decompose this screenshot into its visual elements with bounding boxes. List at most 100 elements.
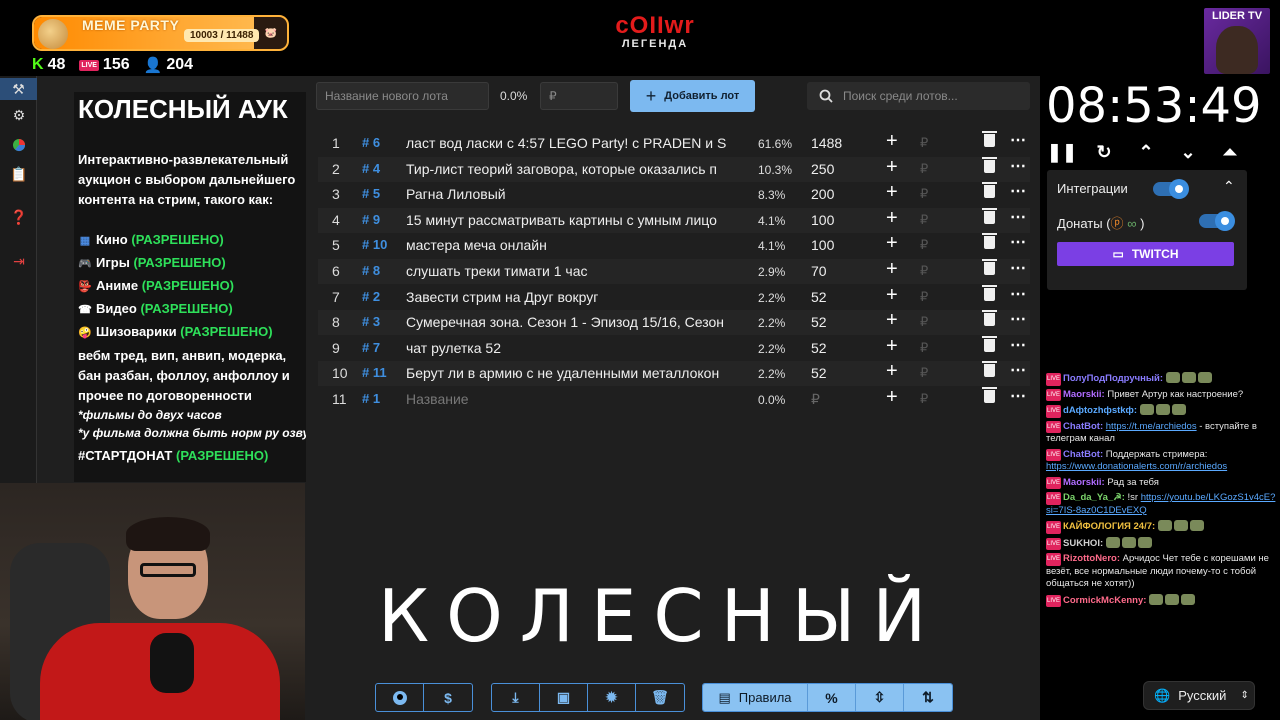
delete-lot-button[interactable] [982,387,997,406]
add-amount-button[interactable]: + [886,386,898,409]
timer-display: 08:53:49 [1046,78,1262,134]
twitch-button[interactable]: ▭ TWITCH [1057,242,1234,266]
lot-title-input[interactable]: Берут ли в армию с не удаленными металло… [406,365,738,381]
gear-icon[interactable]: ⚙ [10,106,28,124]
more-options-button[interactable]: ⋯ [1010,309,1027,329]
more-options-button[interactable]: ⋯ [1010,258,1027,278]
delete-lot-button[interactable] [982,131,997,150]
more-options-button[interactable]: ⋯ [1010,207,1027,227]
add-amount-button[interactable]: + [886,309,898,332]
lot-title-input[interactable]: Тир-лист теорий заговора, которые оказал… [406,161,738,177]
lot-title-input[interactable]: Название [406,391,738,407]
chat-message: LIVE КАЙФОЛОГИЯ 24/7: [1046,520,1276,534]
donate-button[interactable]: $ [424,684,472,711]
add-amount-button[interactable]: + [886,258,898,281]
pause-button[interactable]: ❚❚ [1047,141,1077,163]
lot-amount-input[interactable]: 52 [811,314,827,330]
more-options-button[interactable]: ⋯ [1010,156,1027,176]
delete-lot-button[interactable] [982,335,997,355]
lot-amount-input[interactable]: 100 [811,237,834,253]
lot-amount-input[interactable]: 100 [811,212,834,228]
rub-input[interactable]: ₽ [920,237,928,253]
lot-amount-input[interactable]: 250 [811,161,834,177]
compact-button[interactable]: ⇳ [856,684,904,711]
delete-lot-button[interactable] [982,182,997,201]
collapse-chevron-icon[interactable]: ⌃ [1223,178,1235,195]
delete-lot-button[interactable] [982,156,997,176]
delete-lot-button[interactable] [982,207,997,227]
rules-button[interactable]: ▤ Правила [703,684,808,711]
rub-input[interactable]: ₽ [920,289,928,305]
lot-title-input[interactable]: чат рулетка 52 [406,340,738,356]
integrations-toggle[interactable] [1153,179,1189,199]
github-button[interactable] [376,684,424,711]
lot-title-input[interactable]: Завести стрим на Друг вокруг [406,289,738,305]
delete-lot-button[interactable] [982,233,997,252]
delete-lot-button[interactable] [982,310,997,329]
more-options-button[interactable]: ⋯ [1010,232,1027,252]
rub-input[interactable]: ₽ [920,186,928,202]
lot-amount-input[interactable]: 52 [811,365,827,381]
percent-button[interactable]: % [808,684,856,711]
clear-button[interactable]: 🗑 [636,684,684,711]
help-icon[interactable]: ❓ [10,208,28,226]
add-amount-button[interactable]: + [886,360,898,383]
lot-title-input[interactable]: ласт вод ласки с 4:57 LEGO Party! с PRAD… [406,135,738,151]
more-options-button[interactable]: ⋯ [1010,130,1027,150]
lot-amount-input[interactable]: ₽ [811,391,820,408]
add-lot-button[interactable]: + Добавить лот [630,80,755,112]
rub-input[interactable]: ₽ [920,212,928,228]
new-lot-amount-input[interactable]: ₽ [540,82,618,110]
lot-title-input[interactable]: мастера меча онлайн [406,237,738,253]
more-options-button[interactable]: ⋯ [1010,386,1027,406]
time-down-button[interactable]: ⌄ [1176,141,1200,163]
add-amount-button[interactable]: + [886,181,898,204]
save-button[interactable]: ▣ [540,684,588,711]
lot-title-input[interactable]: 15 минут рассматривать картины с умным л… [406,212,738,228]
lot-amount-input[interactable]: 52 [811,289,827,305]
language-select[interactable]: 🌐 Русский ⇕ [1143,681,1255,710]
more-options-button[interactable]: ⋯ [1010,360,1027,380]
add-amount-button[interactable]: + [886,130,898,153]
clipboard-icon[interactable]: 📋 [10,165,28,183]
download-button[interactable]: ⤓ [492,684,540,711]
lot-title-input[interactable]: Рагна Лиловый [406,186,738,202]
lot-amount-input[interactable]: 52 [811,340,827,356]
rub-input[interactable]: ₽ [920,314,928,330]
add-amount-button[interactable]: + [886,335,898,358]
more-options-button[interactable]: ⋯ [1010,181,1027,201]
hammer-icon[interactable]: ⚒ [0,78,37,100]
delete-lot-button[interactable] [982,259,997,278]
donations-toggle[interactable] [1199,211,1235,231]
add-amount-button[interactable]: + [886,232,898,255]
rub-input[interactable]: ₽ [920,365,928,381]
delete-lot-button[interactable] [982,361,997,380]
rub-input[interactable]: ₽ [920,391,928,407]
time-max-button[interactable]: ⏶ [1218,141,1242,163]
lot-amount-input[interactable]: 200 [811,186,834,202]
rub-input[interactable]: ₽ [920,340,928,356]
add-amount-button[interactable]: + [886,284,898,307]
wheel-icon[interactable] [10,136,28,154]
more-options-button[interactable]: ⋯ [1010,284,1027,304]
add-amount-button[interactable]: + [886,207,898,230]
time-up-button[interactable]: ⌃ [1134,141,1158,163]
lot-amount-input[interactable]: 70 [811,263,827,279]
rub-input[interactable]: ₽ [920,135,928,151]
lot-title-input[interactable]: Сумеречная зона. Сезон 1 - Эпизод 15/16,… [406,314,738,330]
chat-link[interactable]: https://t.me/archiedos [1106,421,1197,432]
bug-button[interactable]: ✹ [588,684,636,711]
rub-input[interactable]: ₽ [920,263,928,279]
more-options-button[interactable]: ⋯ [1010,335,1027,355]
rub-input[interactable]: ₽ [920,161,928,177]
new-lot-input[interactable]: Название нового лота [316,82,489,110]
delete-lot-button[interactable] [982,284,997,304]
reset-button[interactable]: ↻ [1092,141,1116,163]
chat-link[interactable]: https://www.donationalerts.com/r/archied… [1046,461,1227,472]
search-input[interactable]: Поиск среди лотов... [807,82,1030,110]
add-amount-button[interactable]: + [886,156,898,179]
lot-title-input[interactable]: слушать треки тимати 1 час [406,263,738,279]
logout-icon[interactable]: ⇥ [10,252,28,270]
sort-button[interactable]: ⇅ [904,684,952,711]
lot-amount-input[interactable]: 1488 [811,135,842,151]
